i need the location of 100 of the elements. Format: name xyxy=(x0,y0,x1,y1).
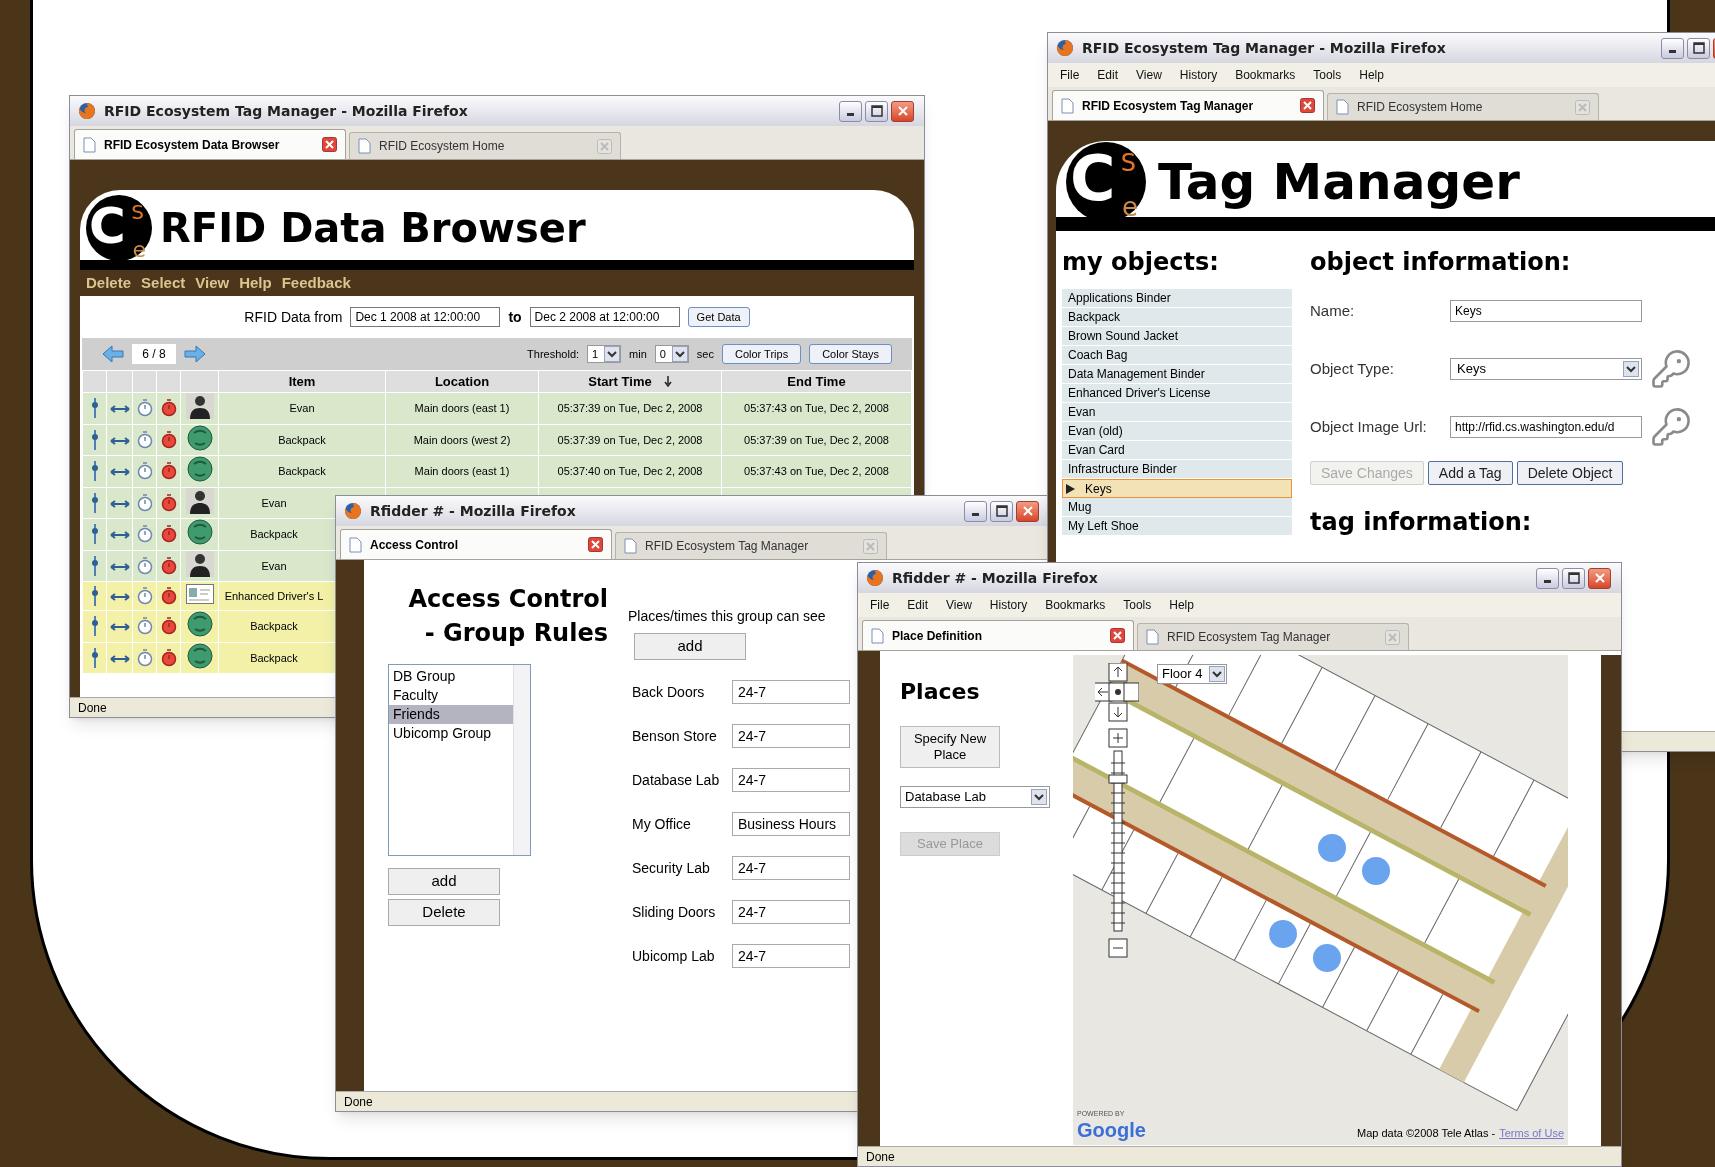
object-list-item[interactable]: My Left Shoe xyxy=(1062,517,1292,536)
schedule-field[interactable]: 24-7 xyxy=(732,944,850,968)
table-cell: Backpack xyxy=(250,528,298,540)
menu-item[interactable]: Help xyxy=(1359,66,1384,84)
status-text: Done xyxy=(78,699,107,717)
menu-item[interactable]: Bookmarks xyxy=(1235,66,1296,84)
menu-item[interactable]: History xyxy=(1179,66,1218,84)
list-option[interactable]: Ubicomp Group xyxy=(389,724,513,743)
schedule-field[interactable]: 24-7 xyxy=(732,768,850,792)
specify-place-button[interactable]: Specify New Place xyxy=(900,726,1000,768)
table-cell: Backpack xyxy=(250,651,298,664)
get-data-button[interactable]: Get Data xyxy=(687,307,750,327)
list-option[interactable]: Friends xyxy=(389,705,513,724)
to-date-field[interactable]: Dec 2 2008 at 12:00:00 xyxy=(529,307,680,327)
menu-item[interactable]: History xyxy=(989,596,1028,614)
schedule-field[interactable]: 24-7 xyxy=(732,856,850,880)
color-button[interactable]: Color Trips xyxy=(721,344,802,364)
group-button[interactable]: Delete xyxy=(388,899,500,926)
menu-item[interactable]: Tools xyxy=(1123,596,1152,614)
table-cell: Main doors (east 1) xyxy=(414,402,510,414)
menu-item[interactable]: Edit xyxy=(1097,66,1119,84)
table-cell: 05:37:39 on Tue, Dec 2, 2008 xyxy=(557,433,703,446)
page-field[interactable]: 6 / 8 xyxy=(132,344,176,364)
unit-label: min xyxy=(629,346,647,362)
object-list-item[interactable]: Evan Card xyxy=(1062,441,1292,460)
field-label: Object Image Url: xyxy=(1310,416,1428,437)
object-list-item[interactable]: Evan (old) xyxy=(1062,422,1292,441)
tab[interactable]: RFID Ecosystem Tag Manager xyxy=(1137,623,1409,650)
menu-link[interactable]: Help xyxy=(239,271,272,295)
place-label: Database Lab xyxy=(631,770,721,790)
text-field[interactable]: Keys xyxy=(1450,300,1642,322)
menu-item[interactable]: File xyxy=(1060,66,1080,84)
object-list-item[interactable]: Enhanced Driver's License xyxy=(1062,384,1292,403)
menu-item[interactable]: Help xyxy=(1169,596,1194,614)
tab[interactable]: RFID Ecosystem Tag Manager xyxy=(615,532,887,559)
place-label: My Office xyxy=(631,814,692,834)
table-cell: Backpack xyxy=(278,433,326,446)
page-heading: Access Control xyxy=(408,584,608,615)
list-option[interactable]: Faculty xyxy=(389,686,513,705)
text-field[interactable]: http://rfid.cs.washington.edu/d xyxy=(1450,416,1642,438)
list-option[interactable]: DB Group xyxy=(389,667,513,686)
schedule-field[interactable]: 24-7 xyxy=(732,724,850,748)
tab[interactable]: Place Definition xyxy=(862,620,1134,650)
object-list-item[interactable]: Data Management Binder xyxy=(1062,365,1292,384)
threshold-label: Threshold: xyxy=(527,346,580,362)
table-cell: Backpack xyxy=(278,465,326,477)
map-logo[interactable]: Google xyxy=(1077,1119,1146,1141)
section-heading: my objects: xyxy=(1062,247,1220,277)
menu-link[interactable]: Feedback xyxy=(281,271,351,295)
table-cell: 05:37:39 on Tue, Dec 2, 2008 xyxy=(557,402,703,414)
minutes-select[interactable]: 1 xyxy=(587,345,622,363)
menu-item[interactable]: View xyxy=(946,596,972,614)
object-list-item[interactable]: Coach Bag xyxy=(1062,346,1292,365)
object-type-select[interactable]: Keys xyxy=(1450,358,1642,380)
menu-link[interactable]: Delete xyxy=(86,271,132,295)
menu-item[interactable]: Edit xyxy=(907,596,929,614)
object-list-item[interactable]: Backpack xyxy=(1062,308,1292,327)
table-cell: 05:37:43 on Tue, Dec 2, 2008 xyxy=(744,402,889,414)
object-list-item[interactable]: Evan xyxy=(1062,403,1292,422)
seconds-select[interactable]: 0 xyxy=(654,345,689,363)
table-cell: 05:37:43 on Tue, Dec 2, 2008 xyxy=(744,465,889,477)
tab[interactable]: RFID Ecosystem Data Browser xyxy=(74,129,346,159)
logo-letter: C xyxy=(89,197,126,255)
column-header[interactable]: Item xyxy=(288,371,316,392)
schedule-field[interactable]: 24-7 xyxy=(732,900,850,924)
floor-select[interactable]: Floor 4 xyxy=(1157,664,1227,684)
object-list-item[interactable]: Applications Binder xyxy=(1062,289,1292,308)
field-label: Name: xyxy=(1310,300,1356,321)
color-button[interactable]: Color Stays xyxy=(809,344,892,364)
place-label: Security Lab xyxy=(631,858,711,878)
place-select[interactable]: Database Lab xyxy=(900,786,1050,808)
tab[interactable]: RFID Ecosystem Home xyxy=(1327,93,1599,120)
tab[interactable]: RFID Ecosystem Tag Manager xyxy=(1052,90,1324,120)
schedule-field[interactable]: Business Hours xyxy=(732,812,850,836)
section-heading: tag information: xyxy=(1310,507,1533,537)
tab[interactable]: RFID Ecosystem Home xyxy=(349,132,621,159)
object-button[interactable]: Delete Object xyxy=(1516,461,1624,485)
tab[interactable]: Access Control xyxy=(340,529,612,559)
menu-item[interactable]: Tools xyxy=(1313,66,1342,84)
schedule-field[interactable]: 24-7 xyxy=(732,680,850,704)
place-label: Sliding Doors xyxy=(631,902,717,922)
object-list-item[interactable]: Keys xyxy=(1062,479,1292,498)
from-date-field[interactable]: Dec 1 2008 at 12:00:00 xyxy=(350,307,501,327)
menu-item[interactable]: Bookmarks xyxy=(1045,596,1106,614)
group-list[interactable]: DB Group Faculty Friends Ubicomp Group xyxy=(388,664,531,856)
range-label: RFID Data from xyxy=(244,307,343,327)
add-place-button[interactable]: add xyxy=(634,633,746,660)
object-list-item[interactable]: Mug xyxy=(1062,498,1292,517)
table-cell: Evan xyxy=(289,402,315,414)
object-button[interactable]: Add a Tag xyxy=(1427,461,1513,485)
object-list-item[interactable]: Infrastructure Binder xyxy=(1062,460,1292,479)
object-list-item[interactable]: Brown Sound Jacket xyxy=(1062,327,1292,346)
menu-item[interactable]: View xyxy=(1136,66,1162,84)
menu-link[interactable]: View xyxy=(195,271,230,295)
logo-letter: S xyxy=(1120,150,1136,176)
menu-link[interactable]: Select xyxy=(141,271,186,295)
logo-letter: C xyxy=(1070,144,1116,214)
group-button[interactable]: add xyxy=(388,868,500,895)
logo-letter: S xyxy=(131,201,144,223)
menu-item[interactable]: File xyxy=(870,596,890,614)
